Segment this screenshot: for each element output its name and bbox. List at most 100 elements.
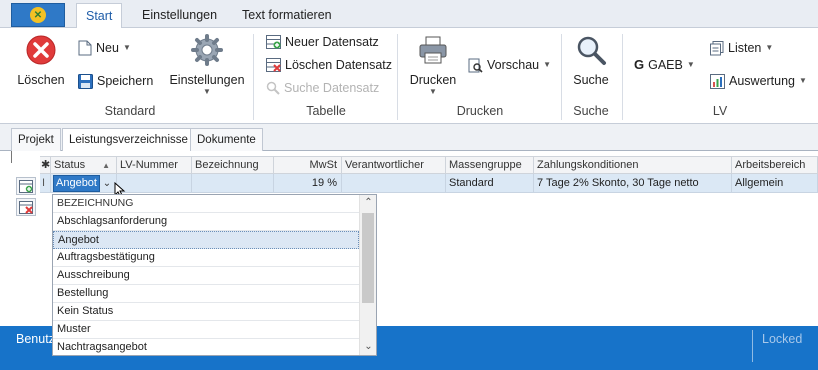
arbeitsbereich-cell[interactable]: Allgemein bbox=[732, 174, 818, 192]
new-record-label: Neuer Datensatz bbox=[285, 35, 379, 49]
evaluation-icon bbox=[710, 73, 725, 89]
column-header-verantwortlicher[interactable]: Verantwortlicher bbox=[342, 157, 446, 174]
scroll-down-icon[interactable]: ⌄ bbox=[360, 339, 377, 355]
delete-button[interactable]: Löschen bbox=[16, 34, 66, 87]
status-bar-user: Benutz bbox=[16, 332, 55, 346]
chevron-down-icon: ▼ bbox=[686, 60, 695, 69]
delete-record-icon bbox=[266, 58, 281, 72]
add-row-icon bbox=[19, 179, 33, 193]
grid-header: ✱ Status ▲ LV-Nummer Bezeichnung MwSt Ve… bbox=[40, 156, 818, 174]
dropdown-option[interactable]: Abschlagsanforderung bbox=[53, 213, 359, 231]
application-menu-button[interactable]: ✕ bbox=[11, 3, 65, 27]
new-record-button[interactable]: Neuer Datensatz bbox=[266, 32, 379, 52]
chevron-down-icon: ▼ bbox=[429, 87, 437, 96]
dropdown-option[interactable]: Ausschreibung bbox=[53, 267, 359, 285]
new-label: Neu bbox=[96, 41, 119, 55]
column-header-zahlungskonditionen[interactable]: Zahlungskonditionen bbox=[534, 157, 732, 174]
chevron-down-icon: ▼ bbox=[765, 43, 774, 52]
tab-start[interactable]: Start bbox=[76, 3, 123, 28]
group-separator bbox=[397, 34, 398, 120]
status-dropdown-list[interactable]: BEZEICHNUNG Abschlagsanforderung Angebot… bbox=[52, 194, 377, 356]
group-separator bbox=[622, 34, 623, 120]
search-label: Suche bbox=[573, 73, 609, 87]
tab-projekt[interactable]: Projekt bbox=[11, 128, 61, 151]
column-header-status[interactable]: Status ▲ bbox=[51, 157, 117, 174]
group-label-tabelle: Tabelle bbox=[306, 104, 346, 118]
gaeb-button[interactable]: G GAEB ▼ bbox=[634, 55, 695, 75]
verantwortlicher-cell[interactable] bbox=[342, 174, 446, 192]
printer-icon bbox=[419, 36, 447, 64]
preview-button[interactable]: Vorschau ▼ bbox=[468, 55, 551, 75]
delete-record-label: Löschen Datensatz bbox=[285, 58, 393, 72]
group-separator bbox=[253, 34, 254, 120]
sort-ascending-icon: ▲ bbox=[102, 161, 110, 170]
new-document-icon bbox=[78, 40, 92, 56]
scroll-up-icon[interactable]: ⌃ bbox=[360, 195, 377, 211]
document-tabs: Projekt Leistungsverzeichnisse Dokumente bbox=[0, 124, 818, 152]
column-header-mwst[interactable]: MwSt bbox=[274, 157, 342, 174]
gaeb-icon: G bbox=[634, 57, 645, 72]
save-icon bbox=[78, 73, 93, 89]
dropdown-option[interactable]: Bestellung bbox=[53, 285, 359, 303]
splitter-handle[interactable] bbox=[11, 151, 12, 163]
table-row[interactable]: I Angebot ⌄ 19 % Standard 7 Tage 2% Skon… bbox=[40, 174, 818, 193]
column-header-arbeitsbereich[interactable]: Arbeitsbereich bbox=[732, 157, 818, 174]
delete-record-button[interactable]: Löschen Datensatz bbox=[266, 55, 392, 75]
group-separator bbox=[561, 34, 562, 120]
scrollbar-thumb[interactable] bbox=[362, 213, 374, 303]
status-dropdown-chevron-icon[interactable]: ⌄ bbox=[100, 175, 114, 191]
dropdown-option-selected[interactable]: Angebot bbox=[53, 231, 359, 249]
lists-button[interactable]: Listen ▼ bbox=[710, 38, 773, 58]
chevron-down-icon: ▼ bbox=[543, 60, 552, 69]
settings-button[interactable]: Einstellungen ▼ bbox=[166, 34, 248, 96]
status-bar-separator bbox=[752, 330, 753, 362]
save-button[interactable]: Speichern bbox=[78, 71, 153, 91]
delete-row-icon bbox=[19, 200, 33, 214]
evaluation-button[interactable]: Auswertung ▼ bbox=[710, 71, 807, 91]
ribbon-tab-row: ✕ Start Einstellungen Text formatieren bbox=[0, 0, 818, 28]
search-icon bbox=[577, 36, 606, 65]
chevron-down-icon: ▼ bbox=[799, 76, 807, 85]
search-record-icon bbox=[266, 81, 280, 95]
print-button[interactable]: Drucken ▼ bbox=[406, 34, 460, 96]
dropdown-option[interactable]: Muster bbox=[53, 321, 359, 339]
gear-icon bbox=[191, 34, 223, 66]
group-label-standard: Standard bbox=[104, 104, 156, 118]
tab-text-formatieren[interactable]: Text formatieren bbox=[233, 3, 341, 28]
mwst-cell[interactable]: 19 % bbox=[274, 174, 342, 192]
tab-dokumente[interactable]: Dokumente bbox=[190, 128, 263, 151]
tab-leistungsverzeichnisse[interactable]: Leistungsverzeichnisse bbox=[62, 128, 195, 152]
delete-label: Löschen bbox=[17, 73, 65, 87]
dropdown-scrollbar[interactable]: ⌃ ⌄ bbox=[359, 195, 376, 355]
add-record-icon bbox=[266, 35, 281, 49]
group-label-lv: LV bbox=[712, 104, 728, 118]
dropdown-option[interactable]: Nachtragsangebot bbox=[53, 339, 359, 357]
zahlungskonditionen-cell[interactable]: 7 Tage 2% Skonto, 30 Tage netto bbox=[534, 174, 732, 192]
search-button[interactable]: Suche bbox=[568, 34, 614, 87]
chevron-down-icon: ▼ bbox=[122, 43, 131, 52]
delete-row-button[interactable] bbox=[16, 198, 36, 216]
bezeichnung-cell[interactable] bbox=[192, 174, 274, 192]
column-header-lv-nummer[interactable]: LV-Nummer bbox=[117, 157, 192, 174]
status-cell[interactable]: Angebot ⌄ bbox=[51, 174, 117, 192]
massengruppe-cell[interactable]: Standard bbox=[446, 174, 534, 192]
ribbon: Löschen Neu ▼ Speichern Einstellungen ▼ … bbox=[0, 28, 818, 124]
column-header-massengruppe[interactable]: Massengruppe bbox=[446, 157, 534, 174]
add-row-button[interactable] bbox=[16, 177, 36, 195]
row-indicator-header: ✱ bbox=[40, 157, 51, 174]
status-bar-locked: Locked bbox=[762, 332, 803, 346]
tab-einstellungen[interactable]: Einstellungen bbox=[133, 3, 226, 28]
evaluation-label: Auswertung bbox=[729, 74, 796, 88]
lv-nummer-cell[interactable] bbox=[117, 174, 192, 192]
dropdown-column-header: BEZEICHNUNG bbox=[53, 195, 359, 213]
dropdown-option[interactable]: Kein Status bbox=[53, 303, 359, 321]
dropdown-option[interactable]: Auftragsbestätigung bbox=[53, 249, 359, 267]
delete-icon bbox=[26, 35, 56, 65]
column-header-bezeichnung[interactable]: Bezeichnung bbox=[192, 157, 274, 174]
group-label-suche: Suche bbox=[573, 104, 609, 118]
app-logo-icon: ✕ bbox=[30, 7, 46, 23]
new-button[interactable]: Neu ▼ bbox=[78, 38, 131, 58]
search-record-button[interactable]: Suche Datensatz bbox=[266, 78, 379, 98]
status-cell-value[interactable]: Angebot bbox=[53, 175, 100, 192]
preview-label: Vorschau bbox=[487, 58, 540, 72]
